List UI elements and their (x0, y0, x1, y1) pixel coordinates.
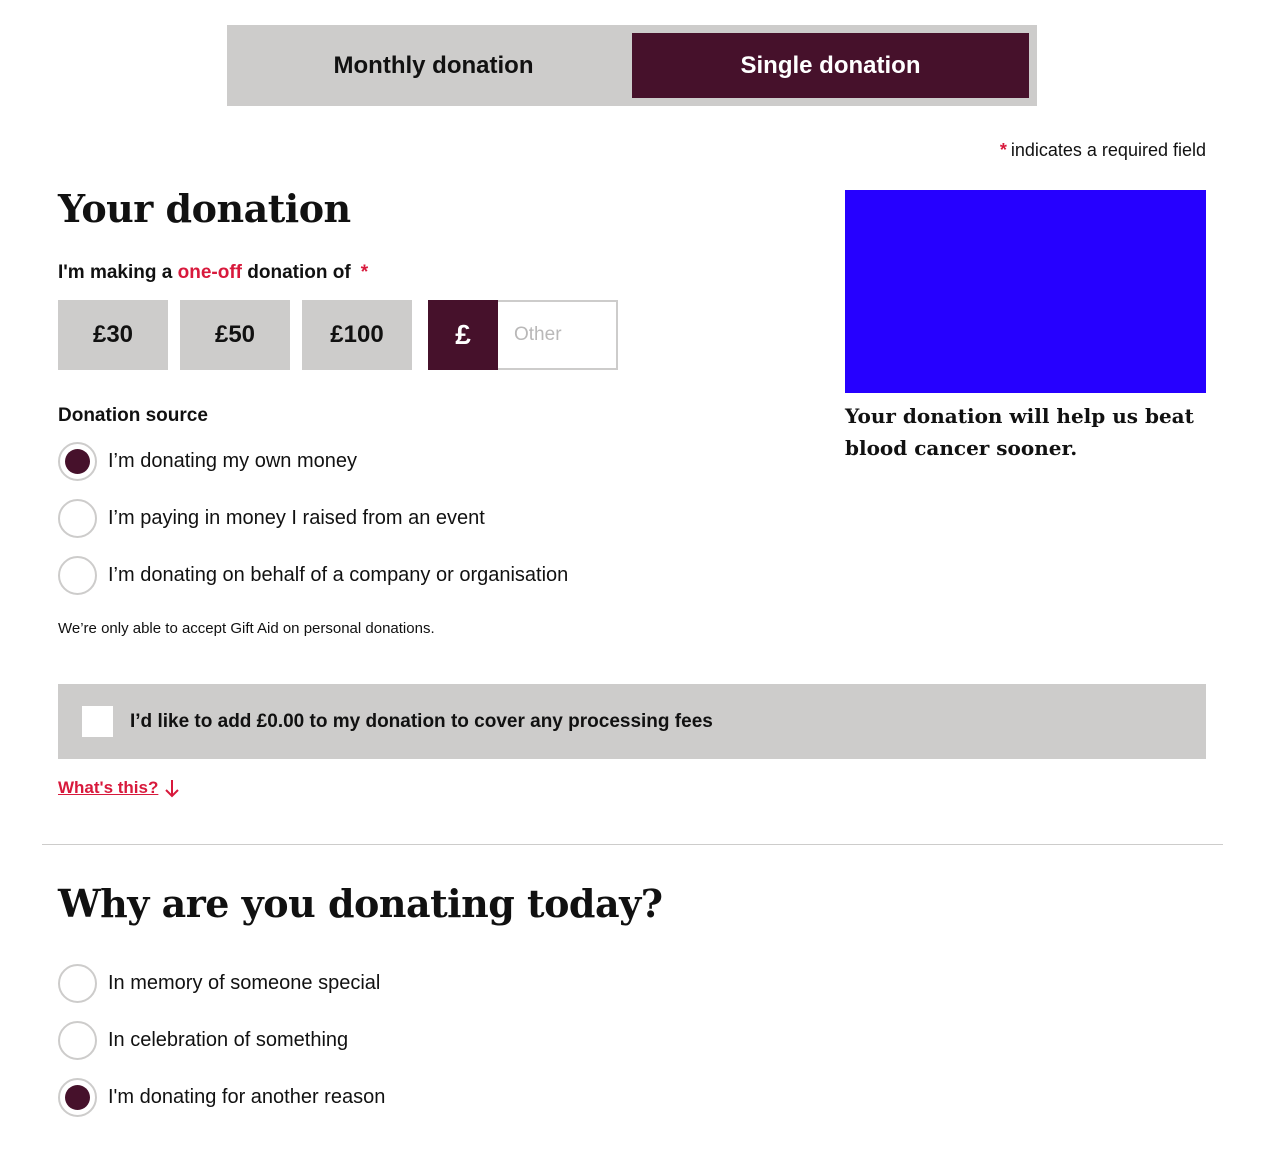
radio-button[interactable] (58, 1021, 97, 1060)
tab-monthly-donation[interactable]: Monthly donation (235, 33, 632, 98)
reason-option-celebration[interactable]: In celebration of something (58, 1021, 348, 1060)
why-donating-heading: Why are you donating today? (58, 881, 663, 926)
reason-option-label: I'm donating for another reason (108, 1086, 386, 1108)
processing-fee-checkbox[interactable] (82, 706, 113, 737)
whats-this-link[interactable]: What's this? (58, 778, 180, 798)
donation-source-label: Donation source (58, 405, 208, 426)
arrow-down-icon (165, 780, 180, 798)
reason-option-label: In celebration of something (108, 1029, 349, 1051)
radio-selected-dot (65, 1085, 90, 1110)
required-note-text: indicates a required field (1010, 140, 1206, 160)
amount-button-100[interactable]: £100 (302, 300, 412, 370)
amount-button-30[interactable]: £30 (58, 300, 168, 370)
radio-selected-dot (65, 449, 90, 474)
your-donation-heading: Your donation (58, 186, 351, 231)
section-divider (42, 844, 1223, 845)
radio-button[interactable] (58, 499, 97, 538)
source-option-event[interactable]: I’m paying in money I raised from an eve… (58, 499, 485, 538)
required-star: * (999, 140, 1007, 160)
source-option-company[interactable]: I’m donating on behalf of a company or o… (58, 556, 568, 595)
currency-symbol: £ (428, 300, 498, 370)
making-prefix: I'm making a (58, 262, 178, 283)
tab-single-donation[interactable]: Single donation (632, 33, 1029, 98)
source-option-label: I’m donating my own money (108, 450, 358, 472)
source-option-label: I’m paying in money I raised from an eve… (108, 507, 485, 529)
gift-aid-note: We’re only able to accept Gift Aid on pe… (58, 620, 435, 637)
radio-button[interactable] (58, 556, 97, 595)
donation-type-tabs: Monthly donation Single donation (227, 25, 1037, 106)
other-amount-input[interactable] (498, 300, 618, 370)
radio-button[interactable] (58, 442, 97, 481)
promo-image (845, 190, 1206, 393)
source-option-label: I’m donating on behalf of a company or o… (108, 564, 569, 586)
donation-amount-label: I'm making a one-off donation of * (58, 262, 368, 284)
source-option-own-money[interactable]: I’m donating my own money (58, 442, 357, 481)
processing-fee-option[interactable]: I’d like to add £0.00 to my donation to … (58, 684, 1206, 759)
amount-button-50[interactable]: £50 (180, 300, 290, 370)
one-off-accent: one-off (177, 262, 242, 283)
promo-caption: Your donation will help us beat blood ca… (845, 404, 1194, 460)
required-field-note: * indicates a required field (1000, 140, 1206, 161)
making-suffix: donation of (242, 262, 351, 283)
reason-option-other[interactable]: I'm donating for another reason (58, 1078, 385, 1117)
reason-option-label: In memory of someone special (108, 972, 381, 994)
whats-this-label: What's this? (58, 778, 159, 797)
processing-fee-label: I’d like to add £0.00 to my donation to … (130, 710, 713, 732)
reason-option-memory[interactable]: In memory of someone special (58, 964, 380, 1003)
radio-button[interactable] (58, 1078, 97, 1117)
required-star: * (360, 262, 369, 283)
radio-button[interactable] (58, 964, 97, 1003)
